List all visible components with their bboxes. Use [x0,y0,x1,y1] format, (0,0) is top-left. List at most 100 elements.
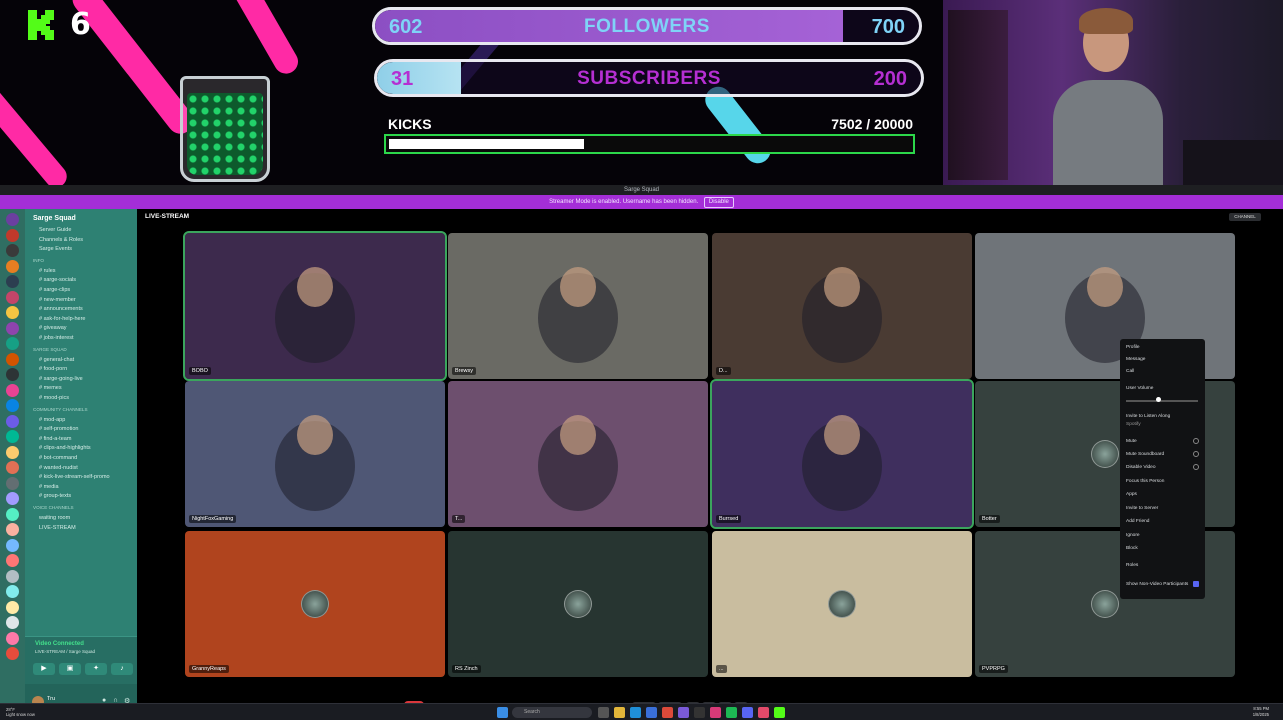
server-icon[interactable] [6,631,19,645]
windows-start-icon[interactable] [497,707,508,718]
server-icon[interactable] [6,476,19,490]
channel-category[interactable]: SARGE SQUAD [33,347,67,352]
participant-tile[interactable]: T... [448,381,708,527]
channel-item[interactable]: # memes [39,385,62,391]
participant-tile[interactable]: D... [712,233,972,379]
channel-item[interactable]: # find-a-team [39,436,71,442]
chrome-icon[interactable] [662,707,673,718]
context-menu-item[interactable]: Invite to Listen Along [1126,414,1170,419]
channel-item[interactable]: Server Guide [39,227,71,233]
context-menu-item[interactable]: Show Non-Video Participants [1126,582,1188,587]
channel-item[interactable]: # kick-live-stream-self-promo [39,474,110,480]
discord-icon[interactable] [742,707,753,718]
context-menu-item[interactable]: Call [1126,369,1134,374]
context-menu-item[interactable]: Roles [1126,563,1138,568]
channel-item[interactable]: # mod-app [39,417,65,423]
disable-streamer-mode-button[interactable]: Disable [703,197,734,208]
channel-item[interactable]: # mood-pics [39,395,69,401]
kick-app-icon[interactable] [774,707,785,718]
channel-item[interactable]: waiting room [39,515,70,521]
server-icon[interactable] [6,445,19,459]
channel-button[interactable]: CHANNEL [1229,213,1261,221]
taskbar-clock[interactable]: 8:55 PM 1/8/2025 [1253,706,1269,718]
participant-tile[interactable]: ... [712,531,972,677]
channel-category[interactable]: COMMUNITY CHANNELS [33,407,88,412]
participant-tile[interactable]: RS Zinch [448,531,708,677]
weather-widget[interactable]: 28°F Light snow now [6,707,35,717]
channel-item[interactable]: # new-member [39,297,76,303]
server-name[interactable]: Sarge Squad [33,215,76,222]
channel-item[interactable]: Channels & Roles [39,237,83,243]
channel-item[interactable]: # jobs-interest [39,335,74,341]
server-icon[interactable] [6,523,19,536]
channel-item[interactable]: # group-texts [39,493,71,499]
checkbox[interactable] [1193,464,1199,470]
app-icon[interactable] [678,707,689,718]
server-icon[interactable] [6,616,19,629]
channel-item[interactable]: # sarge-socials [39,277,76,283]
context-menu-item[interactable]: Block [1126,546,1138,551]
file-explorer-icon[interactable] [614,707,625,718]
channel-item[interactable]: Sarge Events [39,246,72,252]
server-icon[interactable] [6,259,19,273]
server-icon[interactable] [6,538,19,552]
server-icon[interactable] [6,554,19,567]
spotify-icon[interactable] [726,707,737,718]
checkbox[interactable] [1193,438,1199,444]
channel-item[interactable]: LIVE-STREAM [39,525,76,531]
server-icon[interactable] [6,228,19,242]
participant-tile[interactable]: GrannyReaps [185,531,445,677]
server-icon[interactable] [6,399,19,412]
channel-item[interactable]: # food-porn [39,366,67,372]
taskbar-search-input[interactable]: Search [512,707,592,718]
channel-item[interactable]: # rules [39,268,56,274]
server-icon[interactable] [6,430,19,443]
task-view-icon[interactable] [598,707,609,718]
server-icon[interactable] [6,306,19,319]
server-icon[interactable] [6,414,19,428]
context-menu-item[interactable]: Disable Video [1126,465,1156,470]
context-menu-item[interactable]: Invite to Server [1126,506,1158,511]
app-icon[interactable] [758,707,769,718]
channel-item[interactable]: # bot-command [39,455,77,461]
context-menu-item[interactable]: Ignore [1126,533,1140,538]
user-volume-knob[interactable] [1156,397,1161,402]
screen-share-button[interactable]: ▣ [59,663,81,675]
server-icon[interactable] [6,647,19,660]
checkbox[interactable] [1193,581,1199,587]
soundboard-button[interactable]: ♪ [111,663,133,675]
participant-tile[interactable]: Brewsy [448,233,708,379]
channel-item[interactable]: # media [39,484,59,490]
store-icon[interactable] [646,707,657,718]
server-icon[interactable] [6,492,19,505]
server-icon[interactable] [6,368,19,381]
checkbox[interactable] [1193,451,1199,457]
activity-button[interactable]: ✦ [85,663,107,675]
camera-button[interactable]: ▶ [33,663,55,675]
server-icon[interactable] [6,352,19,366]
channel-item[interactable]: # general-chat [39,357,74,363]
context-menu-item[interactable]: User Volume [1126,386,1153,391]
server-icon[interactable] [6,275,19,288]
channel-item[interactable]: # ask-for-help-here [39,316,85,322]
channel-item[interactable]: # wanted-nudist [39,465,78,471]
server-icon[interactable] [6,507,19,521]
server-icon[interactable] [6,213,19,226]
channel-category[interactable]: VOICE CHANNELS [33,505,74,510]
channel-item[interactable]: # giveaway [39,325,67,331]
server-icon[interactable] [6,290,19,304]
channel-item[interactable]: # sarge-clips [39,287,70,293]
channel-item[interactable]: # self-promotion [39,426,78,432]
edge-icon[interactable] [630,707,641,718]
server-icon[interactable] [6,600,19,614]
context-menu-item[interactable]: Focus this Person [1126,479,1164,484]
context-menu-item[interactable]: Apps [1126,492,1137,497]
context-menu-item[interactable]: Mute [1126,439,1137,444]
context-menu-item[interactable]: Add Friend [1126,519,1149,524]
server-icon[interactable] [6,383,19,397]
user-volume-slider[interactable] [1126,400,1198,402]
channel-item[interactable]: # clips-and-highlights [39,445,91,451]
participant-tile[interactable]: NightFoxGaming [185,381,445,527]
server-icon[interactable] [6,321,19,335]
app-icon[interactable] [710,707,721,718]
